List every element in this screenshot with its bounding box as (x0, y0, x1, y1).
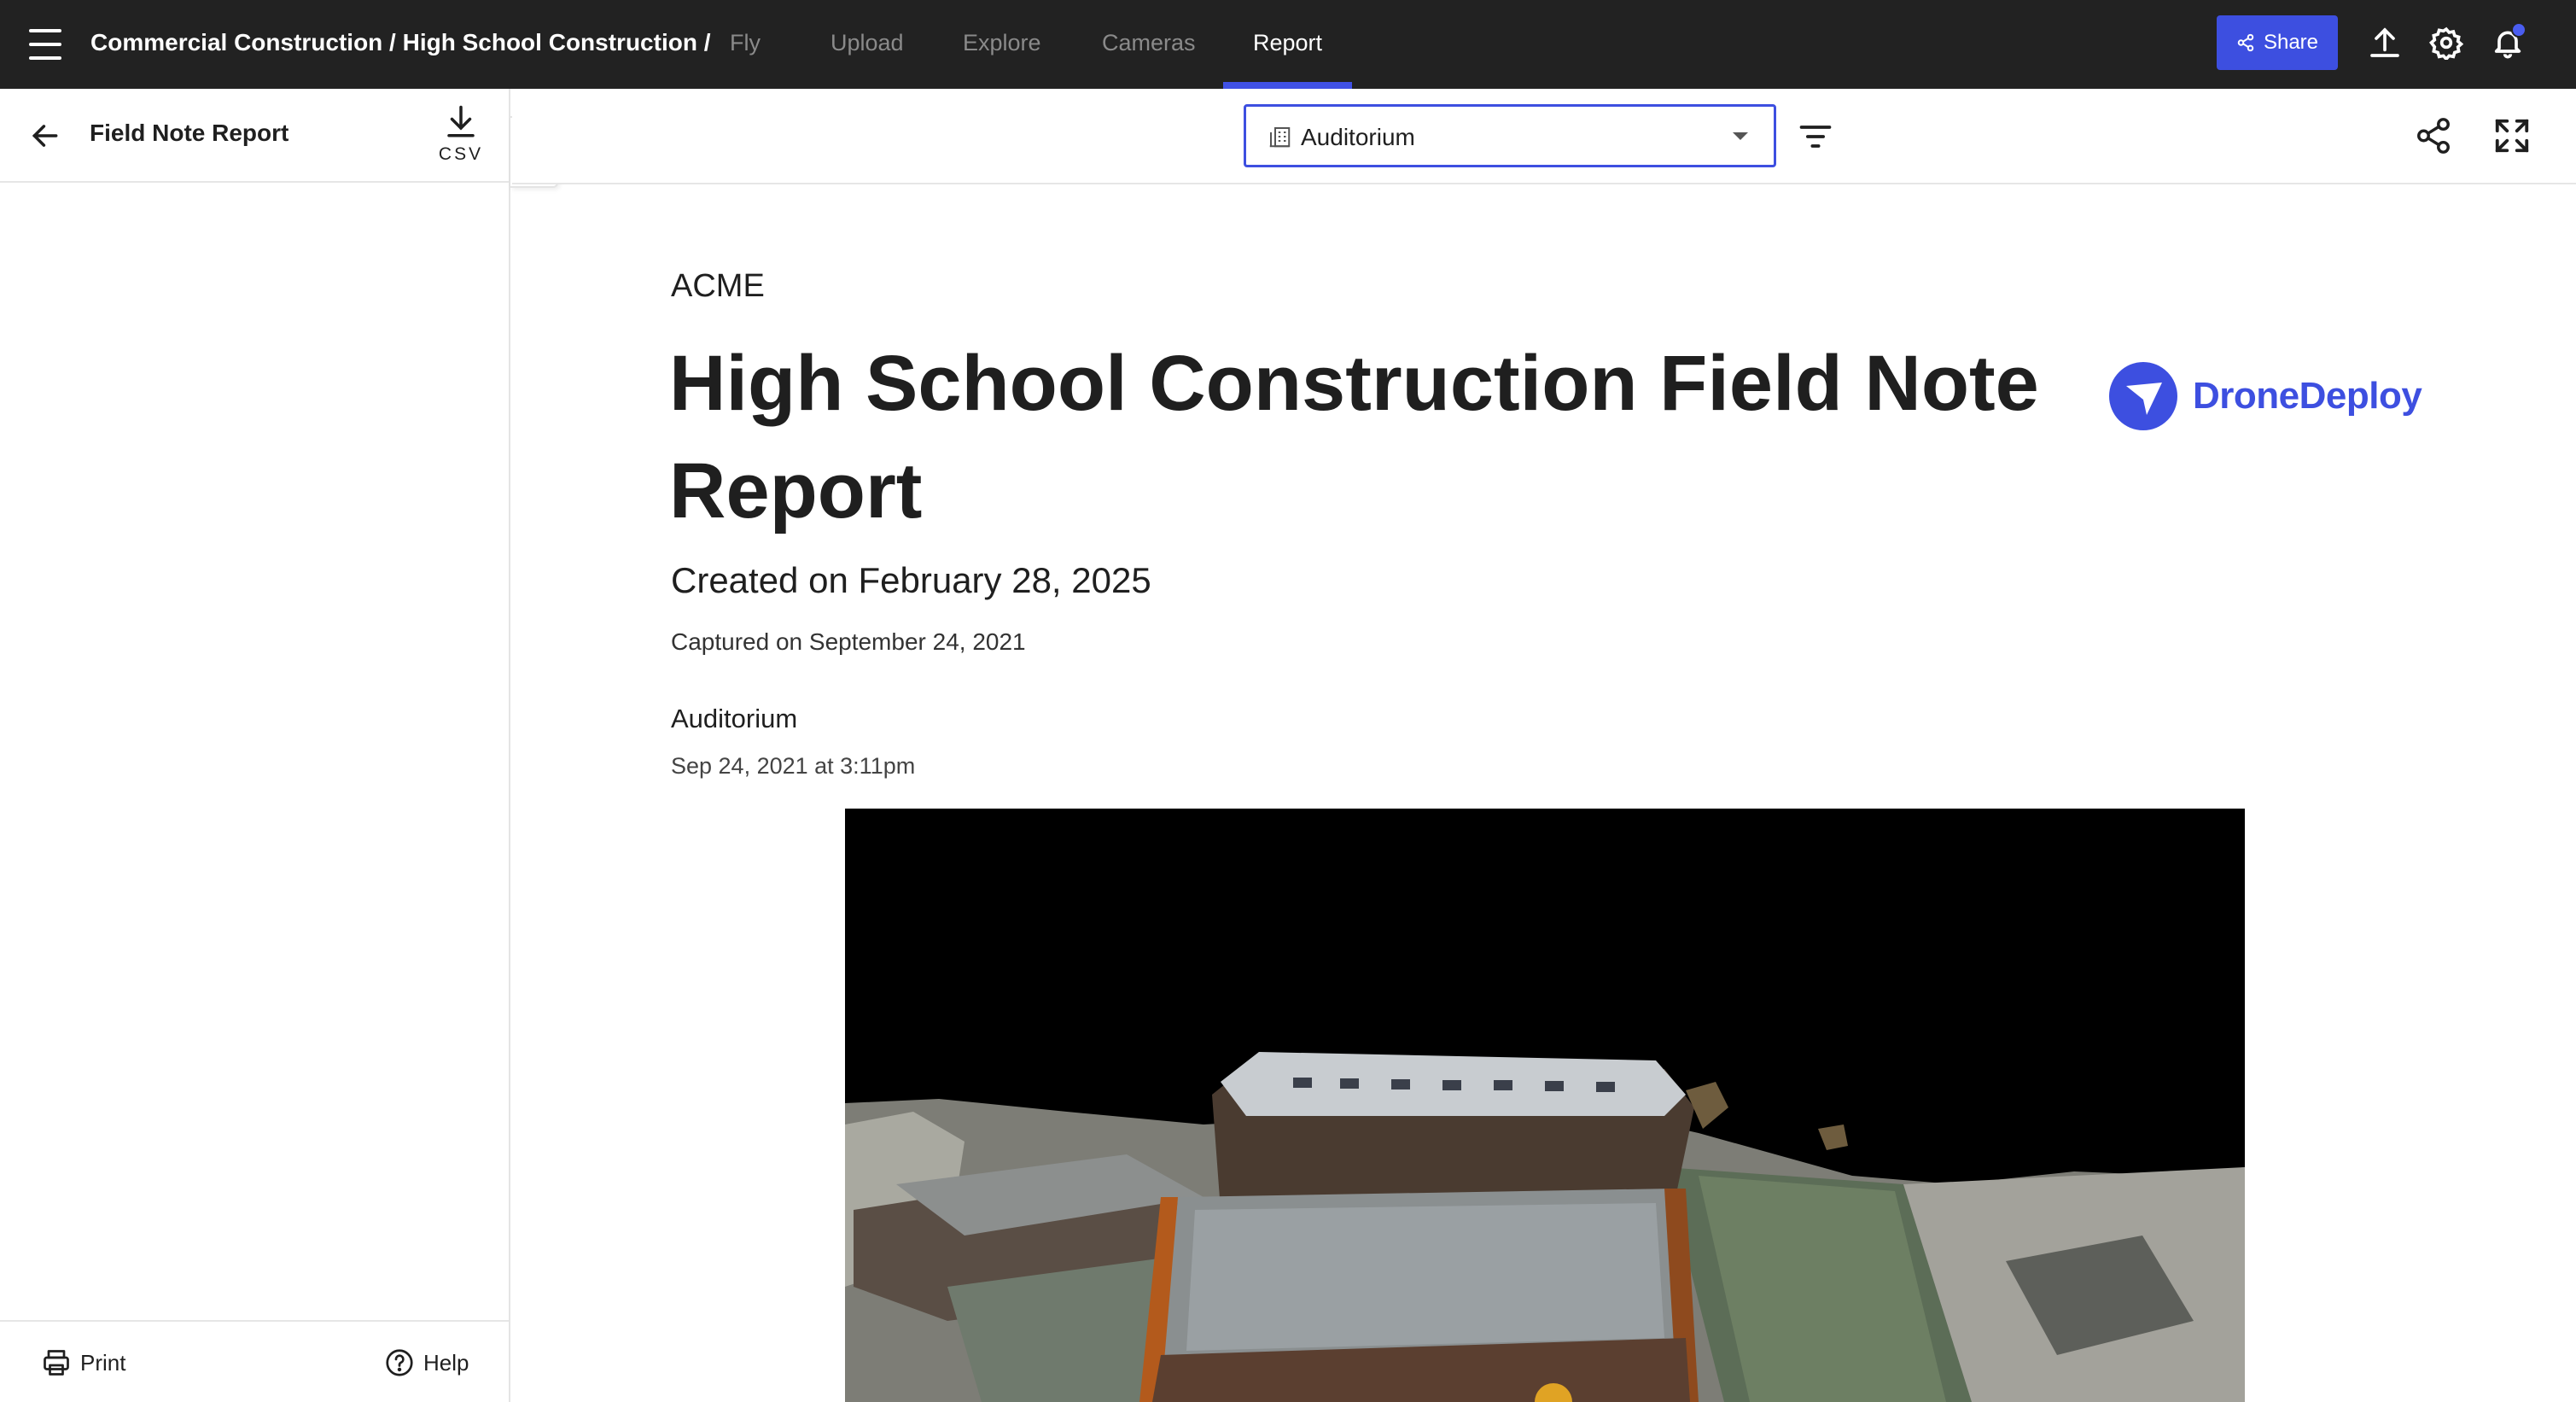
panel-footer: Print Help (0, 1320, 509, 1402)
building-icon (1269, 127, 1291, 148)
breadcrumb[interactable]: Commercial Construction / High School Co… (90, 0, 710, 85)
panel-title: Field Note Report (90, 120, 289, 146)
tab-upload[interactable]: Upload (830, 0, 904, 89)
left-panel: Field Note Report CSV Print Help (0, 89, 510, 1402)
caret-down-icon (1733, 132, 1748, 140)
csv-download-button[interactable]: CSV (434, 104, 488, 172)
top-nav: Commercial Construction / High School Co… (0, 0, 2576, 89)
csv-label: CSV (438, 144, 484, 164)
logo-text: DroneDeploy (2193, 375, 2422, 417)
tab-report[interactable]: Report (1253, 0, 1322, 89)
active-tab-indicator (1223, 82, 1352, 89)
panel-header: Field Note Report CSV (0, 89, 509, 183)
report-toolbar: Auditorium (512, 89, 2576, 184)
share-icon (2237, 33, 2254, 52)
share-network-icon[interactable] (2414, 116, 2453, 155)
help-button[interactable]: Help (384, 1347, 469, 1378)
printer-icon (44, 1350, 69, 1376)
print-label: Print (80, 1349, 126, 1376)
field-note-timestamp: Sep 24, 2021 at 3:11pm (671, 753, 916, 779)
dronedeploy-logo-icon (2109, 362, 2177, 430)
tab-cameras[interactable]: Cameras (1102, 0, 1196, 89)
share-label: Share (2263, 31, 2319, 54)
filter-icon[interactable] (1797, 118, 1834, 155)
download-icon (447, 105, 475, 137)
share-button[interactable]: Share (2217, 15, 2338, 70)
tab-explore[interactable]: Explore (963, 0, 1041, 89)
menu-icon[interactable] (29, 29, 61, 60)
site-3d-model-image (845, 809, 2245, 1402)
back-arrow-icon[interactable] (29, 120, 61, 152)
tab-fly[interactable]: Fly (730, 0, 761, 89)
company-name: ACME (671, 268, 765, 304)
help-icon (386, 1349, 413, 1376)
report-title: High School Construction Field Note Repo… (669, 340, 2039, 535)
print-button[interactable]: Print (41, 1347, 125, 1378)
fullscreen-icon[interactable] (2492, 116, 2532, 155)
location-value: Auditorium (1301, 124, 1415, 150)
created-date: Created on February 28, 2025 (671, 560, 1151, 600)
captured-date: Captured on September 24, 2021 (671, 628, 1026, 655)
dronedeploy-logo: DroneDeploy (2109, 360, 2422, 432)
location-select[interactable]: Auditorium (1244, 104, 1776, 167)
settings-icon[interactable] (2429, 26, 2463, 60)
upload-icon[interactable] (2368, 26, 2402, 60)
field-note-title: Auditorium (671, 704, 798, 733)
help-label: Help (423, 1349, 469, 1376)
notification-badge (2511, 22, 2526, 38)
